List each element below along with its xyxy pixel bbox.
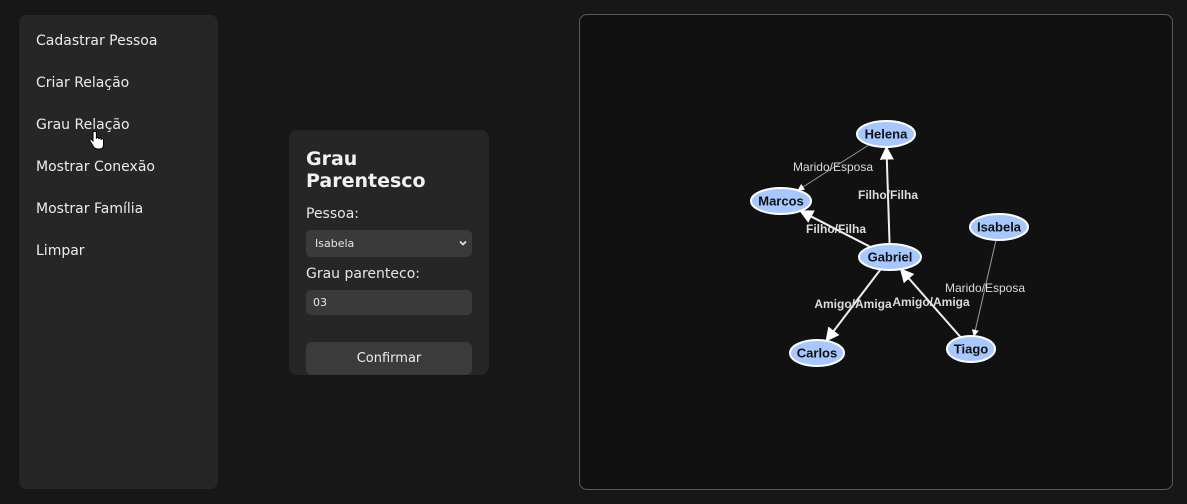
panel-title: Grau Parentesco [306,148,426,192]
menu-item-criar-relacao[interactable]: Criar Relação [19,65,218,107]
person-select-value: Isabela [315,237,355,250]
menu-item-grau-relacao[interactable]: Grau Relação [19,107,218,149]
graph-node-helena[interactable]: Helena [856,120,916,148]
confirm-button[interactable]: Confirmar [306,342,472,375]
graph-edge-label: Marido/Esposa [945,281,1025,295]
sidebar: Cadastrar Pessoa Criar Relação Grau Rela… [19,15,218,489]
person-select[interactable]: Isabela [306,230,472,257]
graph-edge-label: Filho/Filha [858,188,918,202]
relationship-graph: Marido/Esposa Filho/Filha Filho/Filha Marid… [750,120,1029,367]
menu-item-mostrar-conexao[interactable]: Mostrar Conexão [19,149,218,191]
grau-parentesco-panel: Grau Parentesco Pessoa: Isabela Grau par… [289,130,489,375]
graph-node-label: Helena [865,127,908,142]
degree-input[interactable]: 03 [306,290,472,315]
graph-node-carlos[interactable]: Carlos [789,339,845,367]
graph-canvas[interactable]: Marido/Esposa Filho/Filha Filho/Filha Marid… [579,14,1173,490]
chevron-down-icon [459,240,467,246]
menu-item-cadastrar-pessoa[interactable]: Cadastrar Pessoa [19,23,218,65]
graph-node-tiago[interactable]: Tiago [946,335,996,363]
graph-edge-label: Amigo/Amiga [814,297,892,311]
menu-item-mostrar-familia[interactable]: Mostrar Família [19,191,218,233]
graph-edge-label: Filho/Filha [806,222,866,236]
degree-label: Grau parenteco: [306,266,420,282]
menu-item-limpar[interactable]: Limpar [19,233,218,275]
graph-node-label: Isabela [977,220,1022,235]
graph-node-label: Marcos [758,194,804,209]
graph-node-gabriel[interactable]: Gabriel [858,243,922,271]
graph-node-label: Gabriel [868,250,913,265]
hand-cursor-icon [88,131,104,150]
graph-node-marcos[interactable]: Marcos [750,187,812,215]
graph-node-isabela[interactable]: Isabela [969,213,1029,241]
graph-node-label: Tiago [954,342,988,357]
graph-edge-label: Marido/Esposa [793,160,873,174]
graph-edge-label: Amigo/Amiga [892,295,970,309]
graph-node-label: Carlos [797,346,837,361]
person-label: Pessoa: [306,206,360,222]
